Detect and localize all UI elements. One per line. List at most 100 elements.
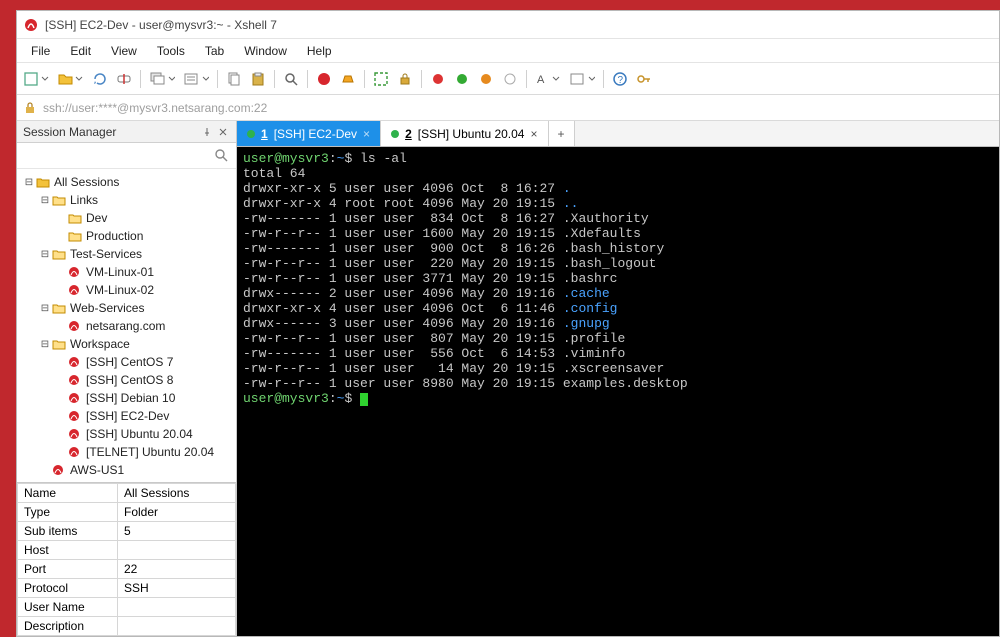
prop-value: 22: [118, 560, 236, 579]
session-item[interactable]: [SSH] CentOS 8: [19, 371, 234, 389]
paste-button[interactable]: [247, 68, 269, 90]
open-button[interactable]: [55, 68, 87, 90]
session-item[interactable]: [TELNET] Ubuntu 20.04: [19, 443, 234, 461]
menubar: FileEditViewToolsTabWindowHelp: [17, 39, 999, 63]
find-button[interactable]: [280, 68, 302, 90]
tree-label: [SSH] EC2-Dev: [85, 409, 169, 423]
reconnect-button[interactable]: [89, 68, 111, 90]
session-icon: [51, 463, 67, 477]
prop-key: Port: [18, 560, 118, 579]
color-scheme-button[interactable]: [566, 68, 598, 90]
tree-twisty[interactable]: ⊟: [39, 195, 51, 206]
session-properties: NameAll SessionsTypeFolderSub items5Host…: [17, 482, 236, 636]
highlight-red-button[interactable]: [427, 68, 449, 90]
session-item[interactable]: VM-Linux-01: [19, 263, 234, 281]
session-item[interactable]: [SSH] CentOS 7: [19, 353, 234, 371]
session-item[interactable]: [SSH] Ubuntu 20.04: [19, 425, 234, 443]
highlight-green-button[interactable]: [451, 68, 473, 90]
menu-tools[interactable]: Tools: [147, 41, 195, 61]
status-dot-icon: [391, 130, 399, 138]
prop-row: NameAll Sessions: [18, 484, 236, 503]
session-item[interactable]: [SSH] Debian 10: [19, 389, 234, 407]
terminal-cursor: [360, 393, 368, 406]
new-button[interactable]: [21, 68, 53, 90]
folder-item[interactable]: ⊟Links: [19, 191, 234, 209]
help-button[interactable]: ?: [609, 68, 631, 90]
session-icon: [67, 319, 83, 333]
prop-value: All Sessions: [118, 484, 236, 503]
titlebar: [SSH] EC2-Dev - user@mysvr3:~ - Xshell 7: [17, 11, 999, 39]
menu-view[interactable]: View: [101, 41, 147, 61]
session-item[interactable]: [SSH] EC2-Dev: [19, 407, 234, 425]
highlight-off-button[interactable]: [499, 68, 521, 90]
menu-edit[interactable]: Edit: [60, 41, 101, 61]
session-search-row: [17, 143, 236, 169]
prop-value: [118, 598, 236, 617]
folder-item[interactable]: ⊟Test-Services: [19, 245, 234, 263]
disconnect-button[interactable]: [113, 68, 135, 90]
session-icon: [67, 283, 83, 297]
menu-file[interactable]: File: [21, 41, 60, 61]
folder-item[interactable]: Production: [19, 227, 234, 245]
prop-value: [118, 617, 236, 636]
highlight-orange-button[interactable]: [475, 68, 497, 90]
tab-close-icon[interactable]: ×: [363, 127, 370, 141]
folder-item[interactable]: ⊟Web-Services: [19, 299, 234, 317]
tree-twisty[interactable]: ⊟: [23, 177, 35, 188]
prop-row: TypeFolder: [18, 503, 236, 522]
tab-label: [SSH] EC2-Dev: [274, 127, 357, 141]
session-item[interactable]: VM-Linux-02: [19, 281, 234, 299]
tree-twisty[interactable]: ⊟: [39, 339, 51, 350]
session-tab[interactable]: 2[SSH] Ubuntu 20.04×: [381, 121, 548, 146]
tabstrip: 1[SSH] EC2-Dev×2[SSH] Ubuntu 20.04×+: [237, 121, 999, 147]
add-tab-button[interactable]: +: [549, 121, 575, 146]
close-panel-icon[interactable]: [216, 125, 230, 139]
tree-label: All Sessions: [53, 175, 119, 189]
sessions-button[interactable]: [146, 68, 178, 90]
session-icon: [67, 409, 83, 423]
folder-item[interactable]: ⊟ All Sessions: [19, 173, 234, 191]
menu-tab[interactable]: Tab: [195, 41, 234, 61]
session-item[interactable]: netsarang.com: [19, 317, 234, 335]
copy-button[interactable]: [223, 68, 245, 90]
toolbar-separator: [603, 70, 604, 88]
menu-window[interactable]: Window: [234, 41, 297, 61]
prop-value: SSH: [118, 579, 236, 598]
session-tab[interactable]: 1 [SSH] EC2-Dev ×: [237, 121, 381, 146]
lock-button[interactable]: [394, 68, 416, 90]
prop-row: Host: [18, 541, 236, 560]
folder-item[interactable]: Dev: [19, 209, 234, 227]
session-icon: [67, 445, 83, 459]
key-button[interactable]: [633, 68, 655, 90]
menu-help[interactable]: Help: [297, 41, 342, 61]
prop-row: Port22: [18, 560, 236, 579]
tree-twisty[interactable]: ⊟: [39, 249, 51, 260]
tab-close-icon[interactable]: ×: [530, 127, 537, 141]
tree-twisty[interactable]: ⊟: [39, 303, 51, 314]
session-icon: [67, 427, 83, 441]
xagent-button[interactable]: [313, 68, 335, 90]
session-item[interactable]: AWS-US1: [19, 461, 234, 479]
toolbar-separator: [307, 70, 308, 88]
pin-icon[interactable]: [200, 125, 214, 139]
font-button[interactable]: A: [532, 68, 564, 90]
tree-label: [SSH] Ubuntu 20.04: [85, 427, 193, 441]
window-title: [SSH] EC2-Dev - user@mysvr3:~ - Xshell 7: [45, 18, 277, 32]
fullscreen-button[interactable]: [370, 68, 392, 90]
terminal[interactable]: user@mysvr3:~$ ls -al total 64 drwxr-xr-…: [237, 147, 999, 636]
search-icon[interactable]: [214, 148, 230, 164]
prop-value: 5: [118, 522, 236, 541]
addressbar[interactable]: ssh://user:****@mysvr3.netsarang.com:22: [17, 95, 999, 121]
prop-value: Folder: [118, 503, 236, 522]
properties-button[interactable]: [180, 68, 212, 90]
prop-key: User Name: [18, 598, 118, 617]
folder-icon: [51, 301, 67, 315]
tree-label: VM-Linux-02: [85, 283, 154, 297]
main-area: 1[SSH] EC2-Dev×2[SSH] Ubuntu 20.04×+ use…: [237, 121, 999, 636]
tree-label: [SSH] Debian 10: [85, 391, 175, 405]
tab-number: 1: [261, 127, 268, 141]
folder-item[interactable]: ⊟Workspace: [19, 335, 234, 353]
folder-icon: [67, 211, 83, 225]
toolbar-separator: [217, 70, 218, 88]
xftp-button[interactable]: [337, 68, 359, 90]
